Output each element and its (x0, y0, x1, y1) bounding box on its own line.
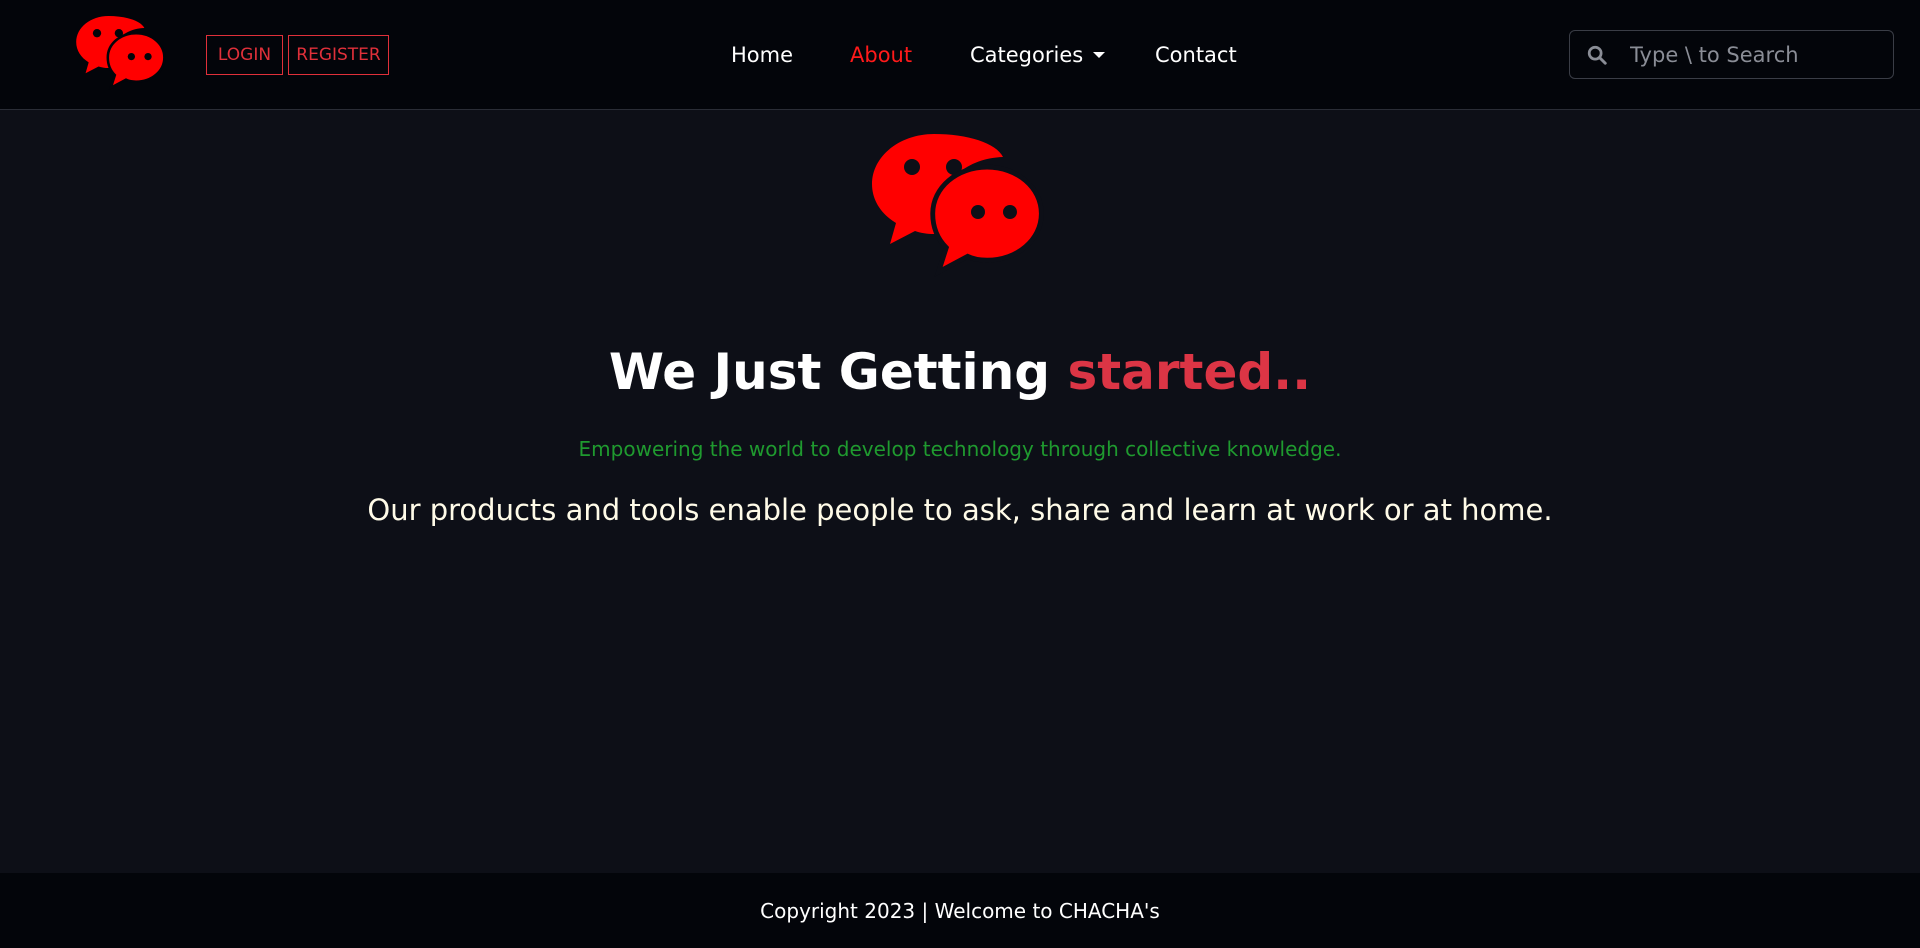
headline-main: We Just Getting (608, 343, 1068, 401)
nav-home-link[interactable]: Home (731, 42, 793, 68)
navbar: LOGIN REGISTER Home About Categories Con… (0, 0, 1920, 110)
search-input[interactable] (1630, 42, 1880, 67)
footer: Copyright 2023 | Welcome to CHACHA's (0, 873, 1920, 948)
copyright-text: Copyright 2023 | Welcome to CHACHA's (760, 898, 1160, 923)
tagline: Empowering the world to develop technolo… (578, 437, 1342, 461)
lead-text: Our products and tools enable people to … (367, 493, 1553, 527)
nav-categories-label: Categories (970, 43, 1084, 67)
nav-about-link[interactable]: About (850, 42, 912, 68)
headline-accent: started.. (1067, 343, 1312, 401)
nav-categories-dropdown[interactable]: Categories (970, 42, 1106, 68)
chevron-down-icon (1093, 52, 1106, 58)
page-headline: We Just Getting started.. (0, 340, 1920, 404)
search-box (1569, 30, 1894, 79)
search-icon (1587, 45, 1607, 65)
chat-bubbles-icon (872, 134, 1044, 277)
nav-contact-link[interactable]: Contact (1155, 42, 1237, 68)
